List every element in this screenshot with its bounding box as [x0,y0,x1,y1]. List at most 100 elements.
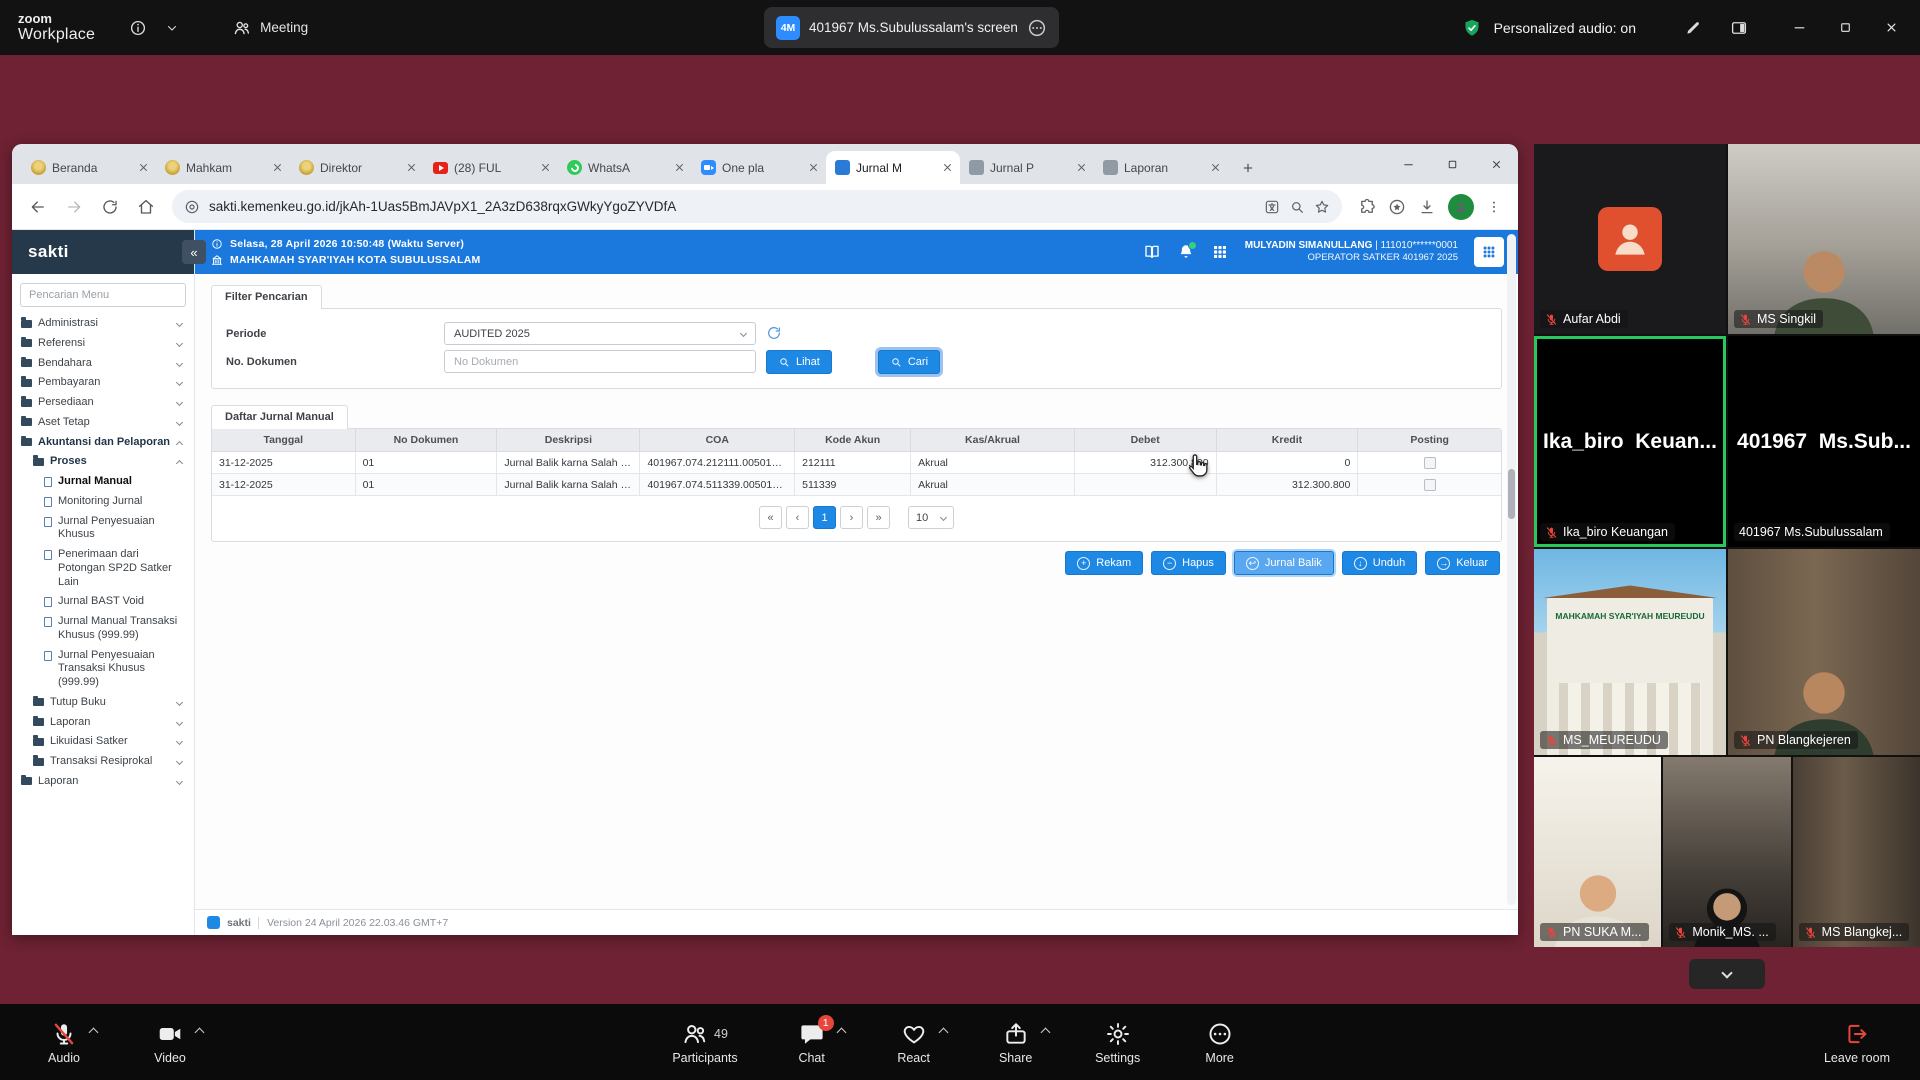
sidebar-item-jurnal-manual[interactable]: Jurnal Manual [19,472,187,492]
browser-tab[interactable]: Beranda [22,151,156,184]
browser-tab[interactable]: (28) FUL [424,151,558,184]
back-button[interactable] [22,191,54,223]
tab-close-icon[interactable] [539,161,552,174]
sidebar-item-laporan[interactable]: Laporan [19,772,187,792]
sidebar-item-monitoring-jurnal[interactable]: Monitoring Jurnal [19,492,187,512]
sidebar-item-aset-tetap[interactable]: Aset Tetap [19,413,187,433]
periode-select[interactable]: AUDITED 2025 [444,322,756,345]
scrollbar-thumb[interactable] [1508,469,1515,519]
toolbar-leave-room[interactable]: Leave room [1824,1020,1890,1065]
sidebar-collapse-button[interactable]: « [182,240,206,264]
participant-tile-401967-ms-subulussalam[interactable]: 401967 Ms.Sub...401967 Ms.Subulussalam [1728,336,1920,547]
search-icon[interactable] [1289,199,1305,215]
chevron-up-icon[interactable] [1040,1027,1050,1037]
sidebar-item-tutup-buku[interactable]: Tutup Buku [19,693,187,713]
tab-close-icon[interactable] [405,161,418,174]
participant-tile-ika-biro-keuangan[interactable]: Ika_biro Keuan...Ika_biro Keuangan [1534,336,1726,547]
sidebar-item-administrasi[interactable]: Administrasi [19,314,187,334]
meeting-info-button[interactable] [121,11,155,45]
menu-search-input[interactable] [20,283,186,307]
participant-tile-pn-blangkejeren[interactable]: PN Blangkejeren [1728,549,1920,755]
apps-grid-icon[interactable] [1211,243,1229,261]
tab-shared-screen[interactable]: 4M 401967 Ms.Subulussalam's screen [764,7,1059,48]
table-row[interactable]: 31-12-202501Jurnal Balik karna Salah Nil… [212,474,1501,496]
pager-prev-button[interactable]: ‹ [786,506,809,529]
refresh-periode-button[interactable] [765,325,783,343]
tab-close-icon[interactable] [137,161,150,174]
tab-meeting[interactable]: Meeting [219,10,322,46]
window-minimize-button[interactable] [1776,0,1822,55]
sidebar-item-transaksi-resiprokal[interactable]: Transaksi Resiprokal [19,752,187,772]
sidebar-item-persediaan[interactable]: Persediaan [19,393,187,413]
browser-close-button[interactable] [1474,144,1518,184]
sidebar-item-jurnal-bast-void[interactable]: Jurnal BAST Void [19,592,187,612]
participant-tile-aufar-abdi[interactable]: Aufar Abdi [1534,144,1726,334]
pager-first-button[interactable]: « [759,506,782,529]
bookmark-star-icon[interactable] [1314,199,1330,215]
shared-screen-options-icon[interactable] [1027,18,1047,38]
library-book-icon[interactable] [1143,243,1161,261]
participant-tile-pn-suka-m[interactable]: PN SUKA M... [1534,757,1661,947]
tab-close-icon[interactable] [1209,161,1222,174]
browser-minimize-button[interactable] [1386,144,1430,184]
browser-maximize-button[interactable] [1430,144,1474,184]
tab-close-icon[interactable] [941,161,954,174]
posting-checkbox[interactable] [1424,479,1436,491]
browser-tab[interactable]: One pla [692,151,826,184]
sidebar-item-akuntansi-dan-pelaporan[interactable]: Akuntansi dan Pelaporan [19,433,187,453]
browser-tab[interactable]: Direktor [290,151,424,184]
chevron-up-icon[interactable] [836,1027,846,1037]
unduh-button[interactable]: ↓Unduh [1342,551,1417,575]
toolbar-react[interactable]: React [886,1020,942,1065]
tab-filter-pencarian[interactable]: Filter Pencarian [211,285,322,309]
view-layout-button[interactable] [1722,11,1756,45]
tab-daftar-jurnal-manual[interactable]: Daftar Jurnal Manual [211,405,348,429]
sidebar-item-jurnal-penyesuaian-transaksi-khusus-999-99[interactable]: Jurnal Penyesuaian Transaksi Khusus (999… [19,646,187,693]
address-bar[interactable]: sakti.kemenkeu.go.id/jkAh-1Uas5BmJAVpX1_… [172,190,1342,223]
page-size-select[interactable]: 10 [908,506,954,529]
sidebar-item-referensi[interactable]: Referensi [19,334,187,354]
window-maximize-button[interactable] [1822,0,1868,55]
window-close-button[interactable] [1868,0,1914,55]
tab-close-icon[interactable] [271,161,284,174]
lihat-button[interactable]: Lihat [766,350,832,374]
browser-tab[interactable]: WhatsA [558,151,692,184]
sidebar-item-jurnal-manual-transaksi-khusus-999-99[interactable]: Jurnal Manual Transaksi Khusus (999.99) [19,612,187,646]
sidebar-item-penerimaan-dari-potongan-sp2d-satker-lain[interactable]: Penerimaan dari Potongan SP2D Satker Lai… [19,545,187,592]
rekam-button[interactable]: +Rekam [1065,551,1143,575]
toolbar-settings[interactable]: Settings [1090,1020,1146,1065]
forward-button[interactable] [58,191,90,223]
translate-icon[interactable] [1264,199,1280,215]
chevron-up-icon[interactable] [89,1027,99,1037]
sidebar-item-pembayaran[interactable]: Pembayaran [19,373,187,393]
chevron-up-icon[interactable] [195,1027,205,1037]
extensions-puzzle-icon[interactable] [1358,198,1376,216]
tab-close-icon[interactable] [1075,161,1088,174]
browser-tab[interactable]: Laporan [1094,151,1228,184]
participant-tile-ms-meureudu[interactable]: MAHKAMAH SYAR'IYAH MEUREUDUMS_MEUREUDU [1534,549,1726,755]
pager-last-button[interactable]: » [867,506,890,529]
download-icon[interactable] [1418,198,1436,216]
participant-tile-ms-singkil[interactable]: MS Singkil [1728,144,1920,334]
keluar-button[interactable]: →Keluar [1425,551,1500,575]
notifications-bell-icon[interactable] [1177,243,1195,261]
app-launcher-button[interactable] [1474,237,1504,267]
sidebar-item-laporan[interactable]: Laporan [19,713,187,733]
jurnal-balik-button[interactable]: ↩Jurnal Balik [1234,551,1334,575]
posting-checkbox[interactable] [1424,457,1436,469]
home-button[interactable] [130,191,162,223]
hapus-button[interactable]: −Hapus [1151,551,1226,575]
sidebar-item-jurnal-penyesuaian-khusus[interactable]: Jurnal Penyesuaian Khusus [19,512,187,546]
sidebar-item-proses[interactable]: Proses [19,452,187,472]
participant-tile-monik-ms[interactable]: Monik_MS. ... [1663,757,1790,947]
no-dokumen-input[interactable] [444,350,756,373]
browser-scrollbar[interactable] [1507,234,1516,905]
sidebar-item-likuidasi-satker[interactable]: Likuidasi Satker [19,732,187,752]
sidebar-item-bendahara[interactable]: Bendahara [19,354,187,374]
toolbar-video[interactable]: Video [142,1020,198,1065]
refresh-button[interactable] [94,191,126,223]
pager-page-button[interactable]: 1 [813,506,836,529]
menu-kebab-icon[interactable] [1486,199,1502,215]
table-row[interactable]: 31-12-202501Jurnal Balik karna Salah Nil… [212,452,1501,474]
participant-tile-ms-blangkej[interactable]: MS Blangkej... [1793,757,1920,947]
